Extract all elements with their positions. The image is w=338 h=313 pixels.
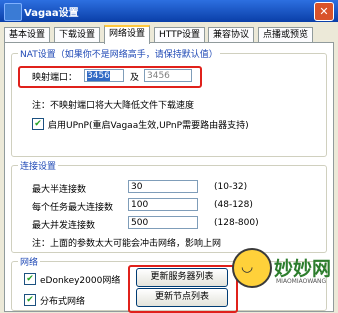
close-button[interactable]: ✕	[314, 2, 334, 21]
max-concurrent-input[interactable]: 500	[128, 216, 198, 229]
port-input-1[interactable]: 3456	[84, 69, 124, 82]
max-task-conn-label: 每个任务最大连接数	[32, 203, 114, 213]
watermark-name: 妙妙网	[274, 258, 332, 280]
tab-basic[interactable]: 基本设置	[4, 27, 51, 42]
distributed-checkbox[interactable]: ✔	[24, 294, 36, 306]
nat-note: 注：不映射端口将大大降低文件下载速度	[32, 101, 195, 111]
connection-legend: 连接设置	[18, 159, 59, 172]
tab-http[interactable]: HTTP设置	[154, 27, 206, 42]
upnp-label: 启用UPnP(重启Vagaa生效,UPnP需要路由器支持)	[48, 121, 249, 131]
distributed-label: 分布式网络	[40, 297, 86, 307]
watermark-face-icon: ◡	[241, 259, 254, 275]
tab-download[interactable]: 下载设置	[54, 27, 101, 42]
port-label: 映射端口：	[32, 73, 78, 83]
tab-bar: 基本设置 下载设置 网络设置 HTTP设置 兼容协议 点播或预览	[4, 25, 336, 44]
watermark-logo: ◡ 妙妙网 MIAOMIAOWANG	[232, 238, 336, 302]
nat-legend: NAT设置（如果你不是网络高手，请保持默认值）	[18, 47, 220, 60]
upnp-checkbox[interactable]: ✔	[32, 118, 44, 130]
tab-vod-preview[interactable]: 点播或预览	[258, 27, 314, 42]
max-concurrent-label: 最大并发连接数	[32, 221, 96, 231]
port-separator: 及	[130, 73, 140, 83]
port-input-2[interactable]: 3456	[144, 69, 192, 82]
watermark-sub: MIAOMIAOWANG	[276, 278, 327, 285]
tab-network[interactable]: 网络设置	[104, 25, 151, 44]
max-half-open-label: 最大半连接数	[32, 185, 87, 195]
edonkey-checkbox[interactable]: ✔	[24, 273, 36, 285]
connection-note: 注：上面的参数太大可能会冲击网络，影响上网	[32, 239, 222, 249]
max-task-conn-input[interactable]: 100	[128, 198, 198, 211]
title-bar: Vagaa设置 ✕	[0, 0, 338, 22]
app-icon	[4, 3, 22, 21]
edonkey-label: eDonkey2000网络	[40, 276, 121, 286]
nat-group: NAT设置（如果你不是网络高手，请保持默认值） 映射端口： 3456 及 345…	[11, 47, 327, 157]
window-title: Vagaa设置	[24, 8, 79, 19]
max-half-open-input[interactable]: 30	[128, 180, 198, 193]
update-servers-button[interactable]: 更新服务器列表	[136, 268, 228, 287]
network-legend: 网络	[18, 255, 41, 268]
max-half-open-range: (10-32)	[214, 182, 248, 192]
max-task-conn-range: (48-128)	[214, 200, 253, 210]
tab-compat[interactable]: 兼容协议	[208, 27, 255, 42]
update-nodes-button[interactable]: 更新节点列表	[136, 288, 228, 307]
max-concurrent-range: (128-800)	[214, 218, 259, 228]
